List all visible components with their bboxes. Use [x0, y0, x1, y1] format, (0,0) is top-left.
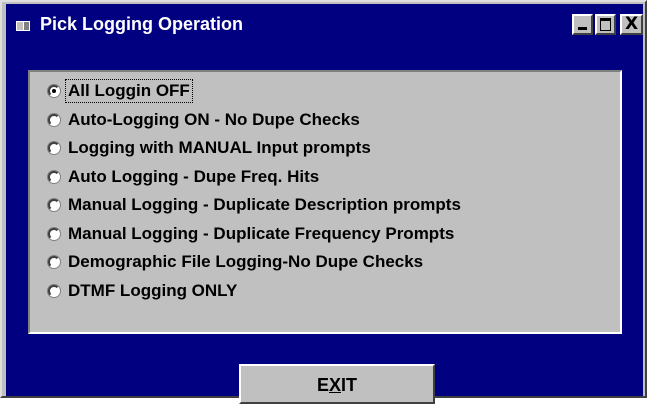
- dialog-client-area: All Loggin OFF Auto-Logging ON - No Dupe…: [6, 44, 643, 404]
- maximize-icon: [600, 18, 611, 31]
- option-label[interactable]: Auto-Logging ON - No Dupe Checks: [66, 109, 362, 131]
- close-icon: X: [624, 14, 639, 34]
- logging-dialog-window: Pick Logging Operation X All Loggin OFF …: [0, 0, 647, 404]
- logging-option-list: All Loggin OFF Auto-Logging ON - No Dupe…: [42, 79, 622, 309]
- logging-options-frame: All Loggin OFF Auto-Logging ON - No Dupe…: [28, 70, 622, 334]
- option-dtmf-only[interactable]: DTMF Logging ONLY: [42, 280, 622, 309]
- radio-button-icon[interactable]: [48, 142, 60, 154]
- option-label[interactable]: Logging with MANUAL Input prompts: [66, 137, 373, 159]
- option-manual-dup-frequency[interactable]: Manual Logging - Duplicate Frequency Pro…: [42, 223, 622, 252]
- option-manual-dup-description[interactable]: Manual Logging - Duplicate Description p…: [42, 194, 622, 223]
- radio-selected-dot: [52, 89, 56, 93]
- option-label[interactable]: Auto Logging - Dupe Freq. Hits: [66, 166, 321, 188]
- exit-label-end: IT: [341, 375, 358, 395]
- radio-button-icon[interactable]: [48, 113, 60, 126]
- option-label[interactable]: Manual Logging - Duplicate Description p…: [66, 194, 463, 216]
- option-label[interactable]: DTMF Logging ONLY: [66, 280, 239, 302]
- minimize-button[interactable]: [572, 14, 593, 35]
- option-auto-dupe-freq[interactable]: Auto Logging - Dupe Freq. Hits: [42, 166, 622, 195]
- option-manual-input-prompts[interactable]: Logging with MANUAL Input prompts: [42, 137, 622, 166]
- radio-button-icon[interactable]: [48, 284, 60, 297]
- option-label[interactable]: Demographic File Logging-No Dupe Checks: [66, 251, 425, 273]
- radio-button-icon[interactable]: [48, 170, 60, 183]
- radio-button-icon[interactable]: [48, 199, 60, 211]
- exit-label-start: E: [316, 375, 329, 395]
- exit-button[interactable]: EXIT: [239, 364, 435, 404]
- option-label[interactable]: Manual Logging - Duplicate Frequency Pro…: [66, 223, 456, 245]
- maximize-button[interactable]: [595, 14, 616, 35]
- option-auto-logging-no-dupe[interactable]: Auto-Logging ON - No Dupe Checks: [42, 109, 622, 138]
- window-title: Pick Logging Operation: [40, 14, 244, 34]
- radio-button-icon[interactable]: [48, 227, 60, 240]
- radio-button-icon[interactable]: [48, 85, 60, 97]
- option-demographic-file[interactable]: Demographic File Logging-No Dupe Checks: [42, 251, 622, 280]
- title-bar[interactable]: Pick Logging Operation X: [6, 4, 643, 44]
- minimize-icon: [578, 27, 587, 30]
- window-app-icon[interactable]: [16, 18, 30, 31]
- radio-button-icon[interactable]: [48, 256, 60, 268]
- option-all-logging-off[interactable]: All Loggin OFF: [42, 79, 622, 109]
- close-button[interactable]: X: [620, 14, 643, 35]
- option-label[interactable]: All Loggin OFF: [65, 79, 193, 103]
- exit-label-mnemonic: X: [329, 375, 342, 395]
